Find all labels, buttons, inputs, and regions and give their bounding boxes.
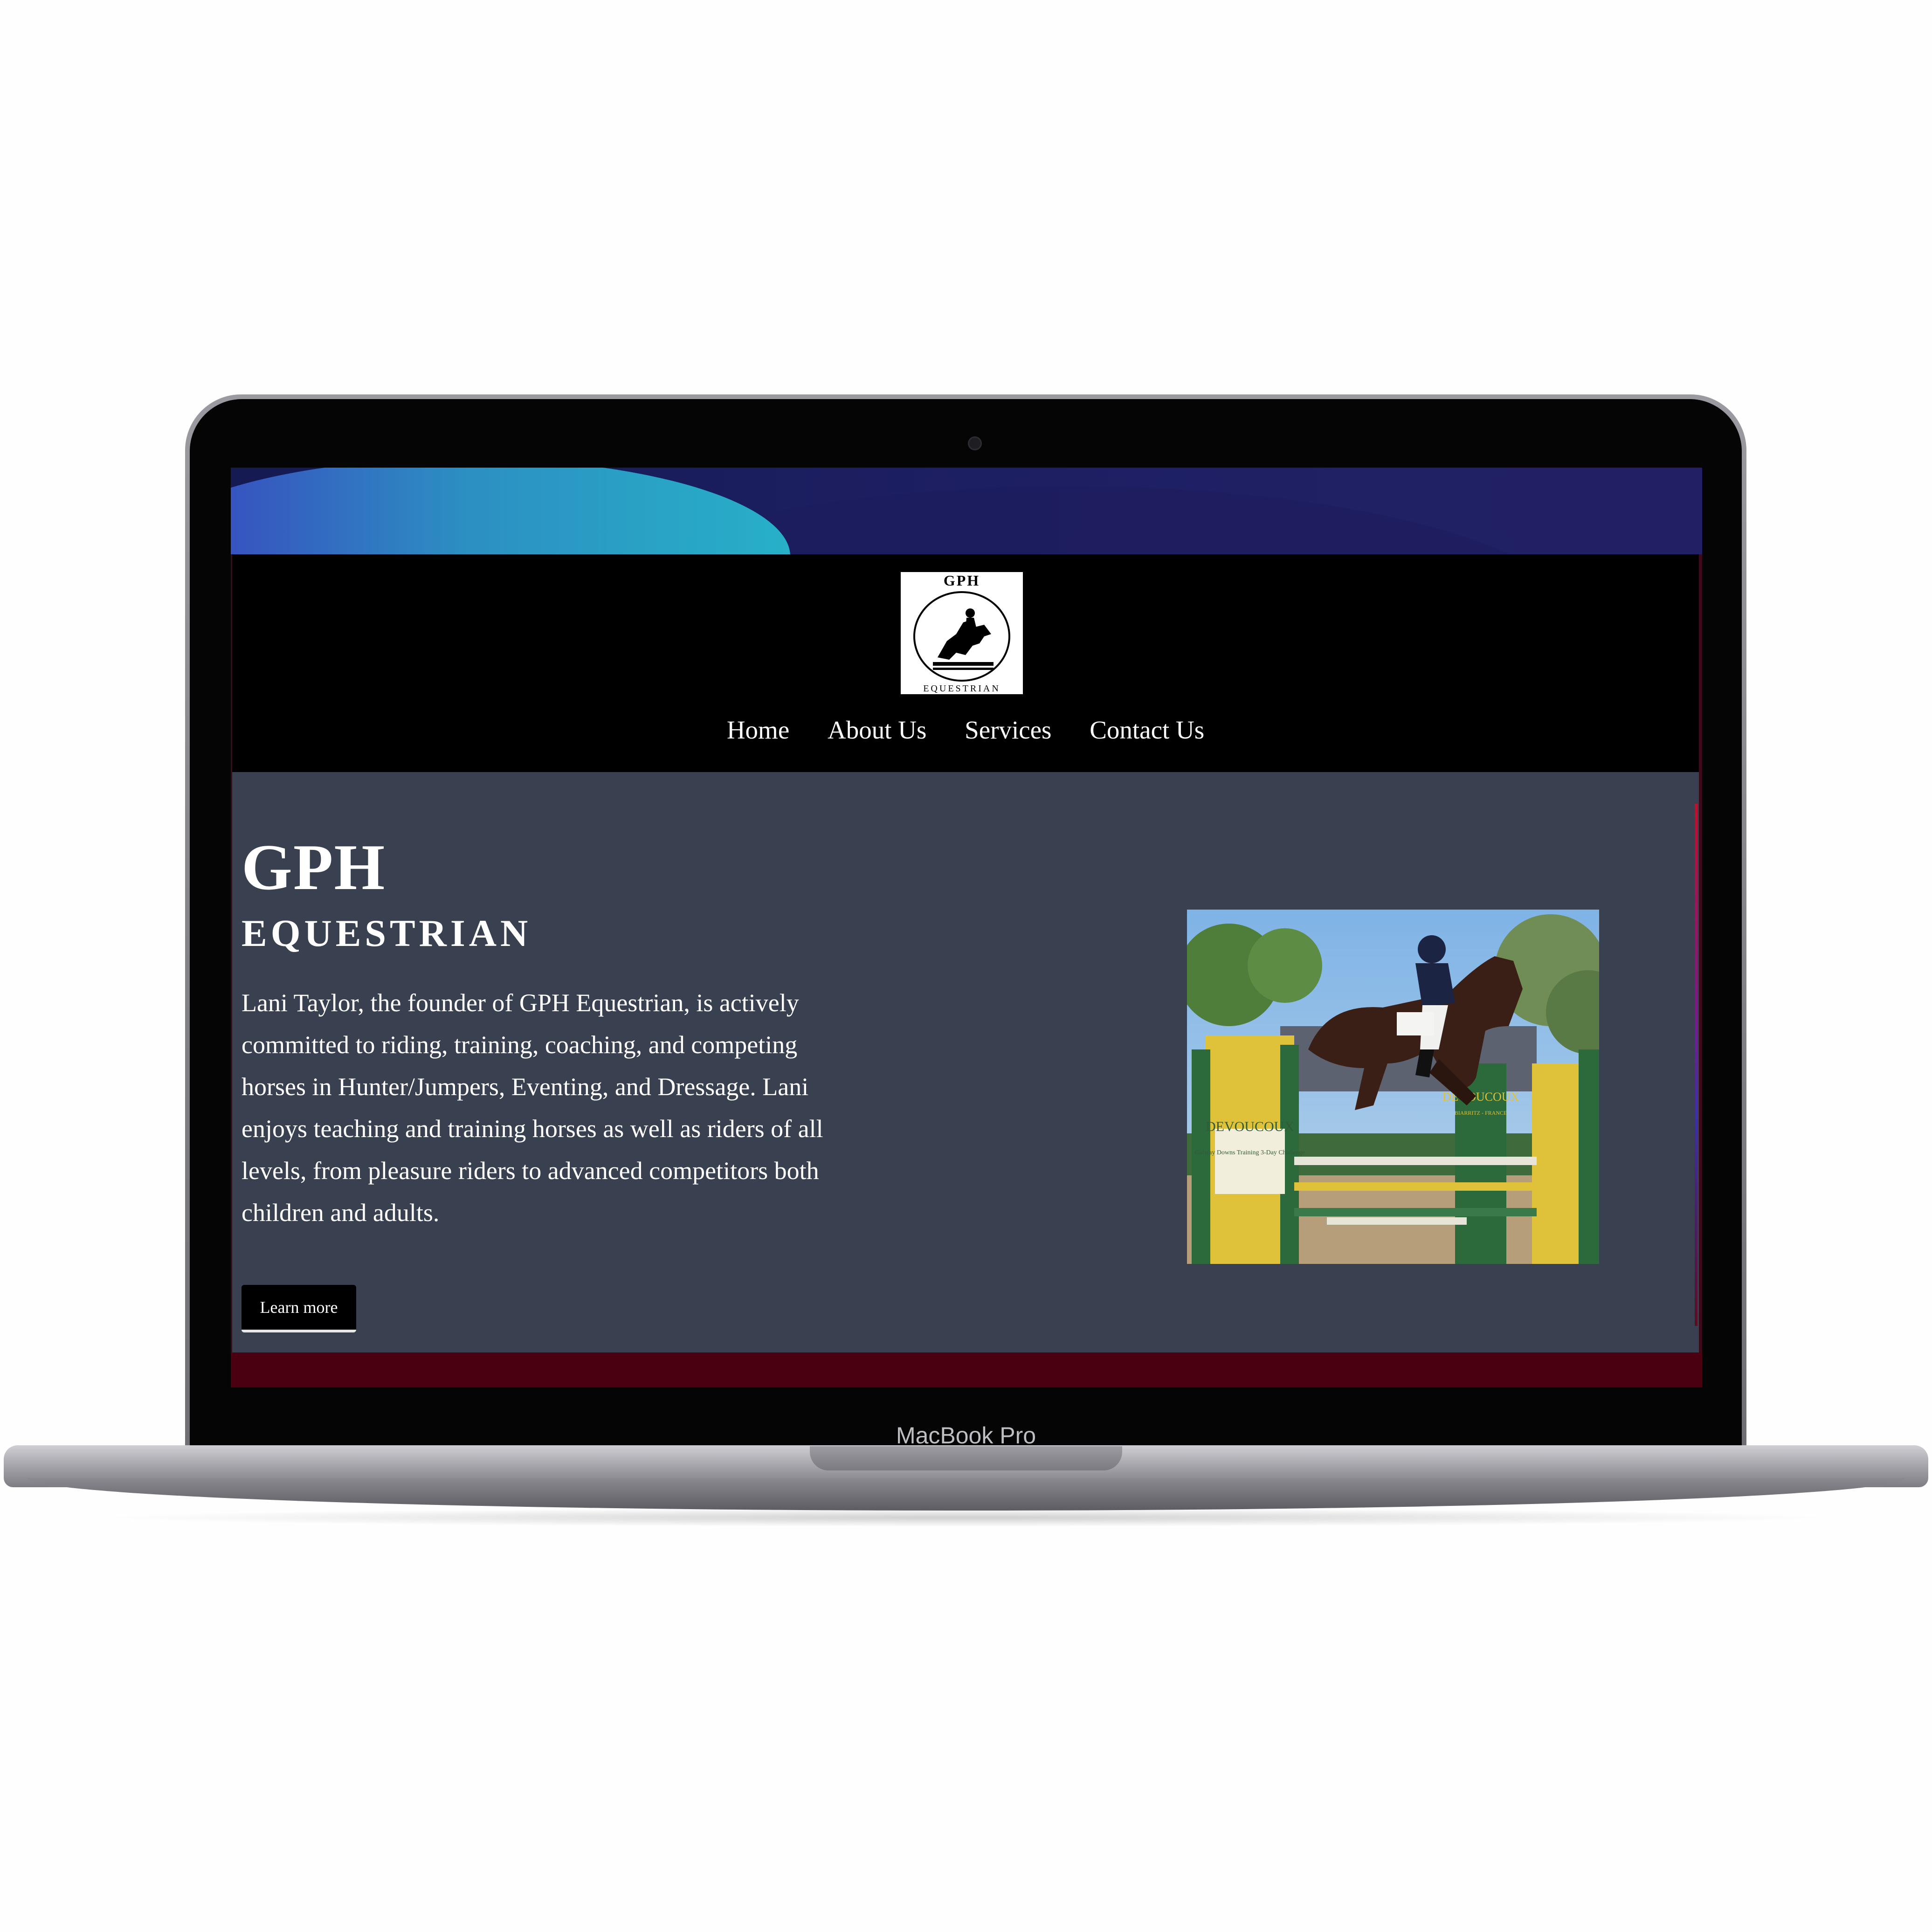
logo-top-text: GPH <box>943 572 980 589</box>
hero-photo: DEVOUCOUX Galway Downs Training 3-Day Ch… <box>1187 910 1599 1264</box>
camera-icon <box>968 436 982 450</box>
decorative-edge <box>1695 804 1697 1326</box>
laptop-shadow <box>93 1508 1839 1527</box>
nav-services[interactable]: Services <box>965 715 1051 745</box>
site-header: GPH EQUESTRIAN Home About Us Services Co… <box>232 554 1699 772</box>
site-logo[interactable]: GPH EQUESTRIAN <box>901 572 1023 694</box>
logo-emblem <box>913 591 1010 682</box>
hero-subtitle: EQUESTRIAN <box>242 912 532 954</box>
laptop-base-bottom <box>28 1478 1904 1511</box>
horse-rider-icon <box>933 608 994 670</box>
show-jumping-photo: DEVOUCOUX Galway Downs Training 3-Day Ch… <box>1187 910 1599 1264</box>
screen: GPH EQUESTRIAN Home About Us Services Co… <box>231 468 1702 1387</box>
wave-shape-accent <box>231 468 790 554</box>
nav-home[interactable]: Home <box>727 715 789 745</box>
hero-section: GPH EQUESTRIAN Lani Taylor, the founder … <box>232 772 1699 1352</box>
photo-sign-text: Galway Downs Training 3-Day Challenge <box>1195 1149 1305 1156</box>
logo-bottom-text: EQUESTRIAN <box>923 683 1000 694</box>
decorative-top-band <box>231 468 1702 554</box>
hero-title: GPH <box>242 831 386 904</box>
nav-about-us[interactable]: About Us <box>828 715 926 745</box>
laptop-notch <box>810 1446 1122 1470</box>
main-nav: Home About Us Services Contact Us <box>232 715 1699 745</box>
nav-contact-us[interactable]: Contact Us <box>1090 715 1204 745</box>
learn-more-button[interactable]: Learn more <box>242 1285 356 1332</box>
photo-banner-sub: BIARRITZ - FRANCE <box>1455 1110 1507 1116</box>
footer-band <box>231 1352 1702 1387</box>
photo-banner-text-left: DEVOUCOUX <box>1206 1119 1294 1134</box>
hero-description: Lani Taylor, the founder of GPH Equestri… <box>242 989 823 1227</box>
